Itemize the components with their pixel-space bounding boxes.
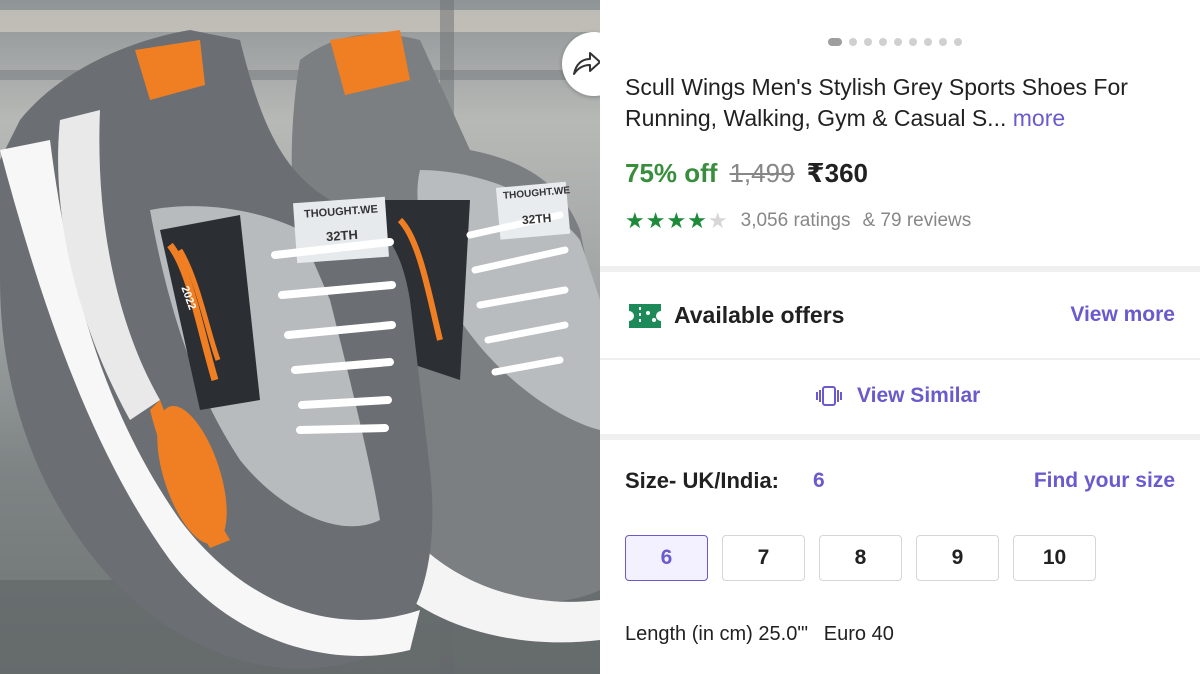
view-similar-label: View Similar [857, 384, 981, 407]
similar-icon [816, 386, 842, 406]
shoes-illustration [0, 0, 600, 674]
size-option-8[interactable]: 8 [819, 535, 902, 581]
size-option-10[interactable]: 10 [1013, 535, 1096, 581]
size-measurements: Length (in cm) 25.0"' Euro 40 [625, 623, 904, 646]
ticket-icon [629, 304, 661, 328]
view-similar-button[interactable]: View Similar [815, 384, 980, 408]
rating-row[interactable]: ★★★★★ 3,056 ratings & 79 reviews [625, 208, 971, 234]
product-details-panel: Scull Wings Men's Stylish Grey Sports Sh… [600, 0, 1200, 674]
divider [600, 266, 1200, 272]
available-offers-row[interactable]: Available offers View more [625, 300, 1175, 332]
star-rating: ★★★★★ [625, 208, 729, 233]
euro-size: Euro 40 [823, 623, 894, 645]
discount-badge: 75% off [625, 158, 718, 188]
find-your-size-link[interactable]: Find your size [1034, 469, 1175, 493]
selling-price: ₹360 [806, 158, 869, 188]
view-more-link[interactable]: View more [1070, 303, 1175, 327]
carousel-dot[interactable] [939, 38, 947, 46]
carousel-dot[interactable] [954, 38, 962, 46]
price-row: 75% off 1,499 ₹360 [625, 158, 868, 189]
more-link[interactable]: more [1013, 105, 1065, 131]
shoe-tag-number: 32TH [325, 226, 359, 245]
carousel-dot[interactable] [864, 38, 872, 46]
size-header: Size- UK/India: 6 Find your size [625, 468, 1175, 498]
ratings-count: 3,056 ratings [740, 210, 851, 231]
offers-label: Available offers [674, 302, 845, 328]
share-icon [573, 52, 600, 75]
divider [600, 358, 1200, 360]
size-option-9[interactable]: 9 [916, 535, 999, 581]
carousel-dot[interactable] [879, 38, 887, 46]
image-carousel-indicator[interactable] [828, 37, 962, 47]
carousel-dot[interactable] [894, 38, 902, 46]
carousel-dot[interactable] [909, 38, 917, 46]
shoe-tag-number-back: 32TH [521, 210, 552, 228]
carousel-dot[interactable] [828, 38, 842, 46]
divider [600, 434, 1200, 440]
size-label: Size- UK/India: [625, 468, 780, 493]
selected-size-value: 6 [813, 469, 825, 492]
reviews-count: & 79 reviews [862, 210, 972, 231]
product-image[interactable]: THOUGHT.WE 32TH THOUGHT.WE 32TH 2022 [0, 0, 600, 674]
length-cm: Length (in cm) 25.0"' [625, 623, 809, 645]
carousel-dot[interactable] [849, 38, 857, 46]
size-options: 6 7 8 9 10 [625, 535, 1096, 581]
original-price: 1,499 [729, 158, 795, 188]
size-option-6[interactable]: 6 [625, 535, 708, 581]
size-option-7[interactable]: 7 [722, 535, 805, 581]
carousel-dot[interactable] [924, 38, 932, 46]
product-title: Scull Wings Men's Stylish Grey Sports Sh… [625, 72, 1165, 134]
